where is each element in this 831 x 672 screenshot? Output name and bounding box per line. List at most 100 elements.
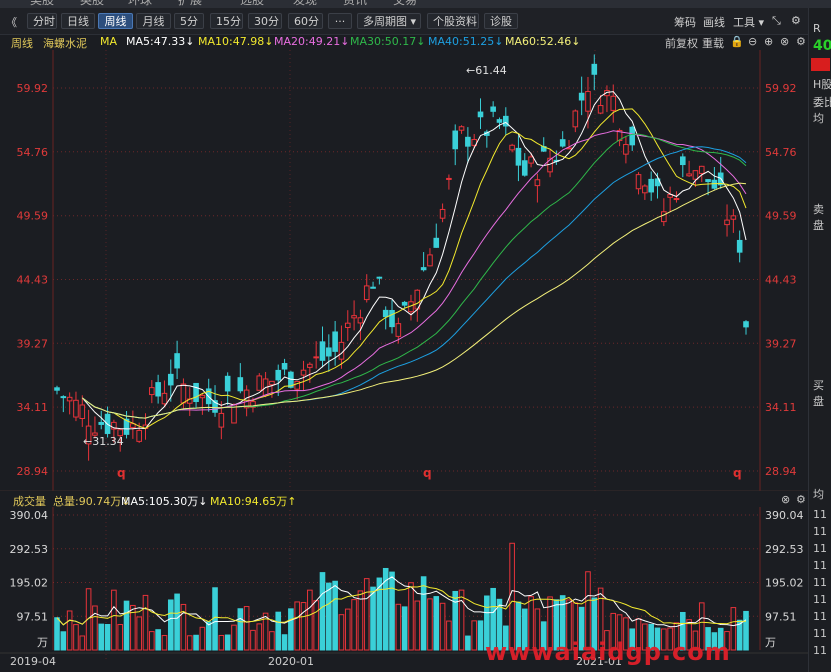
volume-tick-left: 195.02	[10, 577, 49, 590]
top-tab[interactable]: 资讯	[343, 0, 367, 8]
volume-bar	[414, 600, 421, 651]
date-label: 2020-01	[268, 655, 314, 668]
diagnose-button[interactable]: 诊股	[484, 13, 518, 29]
gear-icon[interactable]: ⚙	[796, 35, 806, 48]
volume-tick-left: 292.53	[10, 543, 49, 556]
top-tab[interactable]: 扩展	[178, 0, 202, 8]
volume-bar	[66, 610, 73, 651]
volume-bar	[743, 610, 749, 651]
h-share-label[interactable]: H股	[813, 76, 831, 92]
candle-body	[597, 105, 604, 114]
candle-body	[648, 178, 654, 193]
side-value: 11	[813, 576, 827, 589]
stock-name[interactable]: 海螺水泥	[43, 35, 87, 51]
side-value: 11	[813, 644, 827, 657]
period-button[interactable]: 月线	[136, 13, 171, 29]
candle-body	[174, 353, 180, 369]
expand-icon[interactable]: ⤡	[772, 14, 781, 28]
volume-bar	[243, 606, 250, 651]
ma30-line	[82, 133, 747, 419]
volume-bar	[218, 634, 225, 651]
top-tab[interactable]: 英股	[80, 0, 104, 8]
volume-bar	[161, 635, 168, 651]
overlay-button[interactable]: 重载	[702, 35, 724, 51]
volume-gear-icon[interactable]: ⚙	[796, 493, 806, 506]
kline-chart[interactable]: 59.92 59.92 54.76 54.76 49.59 49.59 44.43 44.43…	[0, 50, 808, 672]
r-label: R	[813, 22, 821, 35]
avg-label: 均	[813, 112, 824, 125]
volume-bar	[477, 620, 484, 651]
volume-ma10: MA10:94.65万↑	[210, 495, 297, 508]
chips-button[interactable]: 筹码	[674, 14, 696, 30]
candle-body	[528, 156, 534, 164]
stock-info-button[interactable]: 个股资料	[427, 13, 479, 29]
candle-body	[711, 179, 718, 189]
wei-bi-label: 委比	[813, 96, 831, 109]
period-button[interactable]: 周线	[98, 13, 133, 29]
candle-body	[180, 383, 187, 404]
volume-ma10-line	[56, 585, 747, 626]
top-tab[interactable]: 交易	[393, 0, 417, 8]
top-tab[interactable]: 发现	[293, 0, 317, 8]
volume-total: 总量:90.74万↓	[53, 495, 131, 508]
volume-bar	[149, 631, 155, 651]
top-tab[interactable]: 环球	[128, 0, 152, 8]
volume-bar	[452, 590, 459, 651]
period-button[interactable]: 30分	[248, 13, 282, 29]
period-button[interactable]: 5分	[174, 13, 204, 29]
ma20-value: MA20:49.21↓	[274, 35, 350, 48]
close-icon[interactable]: ⊗	[780, 35, 789, 48]
candle-body	[363, 285, 370, 301]
candle-body	[439, 208, 446, 219]
volume-bar	[427, 598, 433, 651]
q-marker: q	[733, 466, 742, 480]
candle-body	[591, 63, 598, 75]
ma40-value: MA40:51.25↓	[428, 35, 504, 48]
volume-tick-right: 292.53	[765, 543, 804, 556]
lock-icon[interactable]: 🔒	[730, 35, 744, 48]
plus-icon[interactable]: ⊕	[764, 35, 773, 48]
side-value: 11	[813, 627, 827, 640]
volume-bar	[509, 542, 515, 651]
candle-body	[452, 130, 459, 150]
candle-body	[199, 394, 206, 399]
volume-tick-left: 390.04	[10, 509, 49, 522]
volume-bar	[73, 624, 79, 651]
volume-tick-right: 390.04	[765, 509, 804, 522]
period-button[interactable]: 日线	[61, 13, 95, 29]
volume-bar	[332, 580, 338, 651]
candle-body	[629, 126, 636, 146]
minus-icon[interactable]: ⊖	[748, 35, 757, 48]
candle-body	[218, 412, 225, 428]
period-button[interactable]: ···	[328, 13, 352, 29]
volume-bar	[174, 593, 180, 651]
multi-period-dropdown[interactable]: 多周期图 ▾	[357, 13, 421, 29]
ma5-line	[81, 91, 747, 430]
candle-body	[585, 91, 591, 112]
volume-bar	[313, 600, 319, 651]
period-button[interactable]: 60分	[288, 13, 323, 29]
volume-bar	[98, 623, 105, 651]
volume-close-icon[interactable]: ⊗	[781, 493, 790, 506]
candle-body	[281, 363, 288, 370]
period-button[interactable]: 15分	[210, 13, 243, 29]
period-button[interactable]: 分时	[27, 13, 57, 29]
candle-body	[534, 179, 541, 187]
candle-body	[724, 219, 730, 226]
draw-line-button[interactable]: 画线	[703, 14, 725, 30]
adjust-dropdown[interactable]: 前复权	[665, 35, 698, 51]
back-icon[interactable]: 《	[6, 14, 17, 30]
volume-bar	[420, 576, 427, 651]
volume-tick-right: 195.02	[765, 577, 804, 590]
candle-body	[224, 375, 231, 392]
volume-bar	[205, 621, 212, 651]
top-tab[interactable]: 美股	[30, 0, 54, 8]
current-price: 40	[813, 38, 831, 54]
volume-bar	[237, 608, 244, 651]
tools-dropdown[interactable]: 工具 ▾	[733, 14, 764, 30]
top-tab[interactable]: 选股	[240, 0, 264, 8]
volume-ma5-line	[56, 576, 747, 628]
settings-icon[interactable]: ⚙	[791, 14, 801, 27]
volume-bar	[294, 601, 301, 651]
price-tick-right: 34.11	[765, 401, 797, 414]
